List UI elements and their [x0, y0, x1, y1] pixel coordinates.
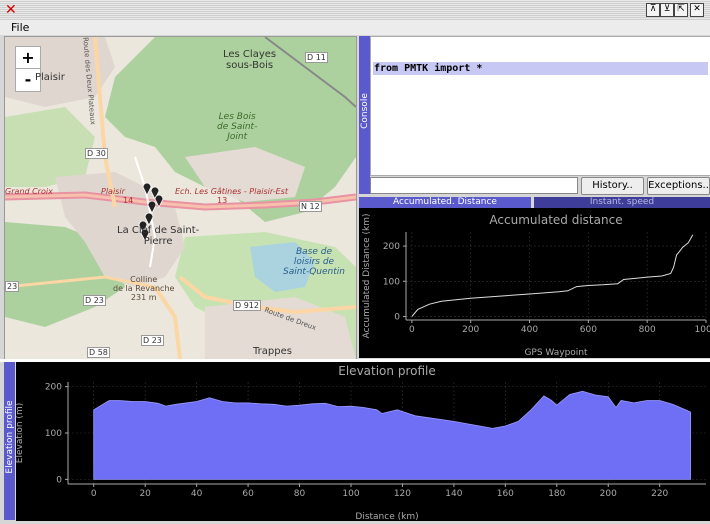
x-tick-label: 80: [294, 489, 306, 499]
y-tick-label: 0: [394, 312, 400, 322]
x-tick-label: 800: [639, 325, 656, 335]
x-tick-label: 20: [139, 489, 151, 499]
console-tab[interactable]: Console: [359, 36, 370, 194]
x-tick-label: 220: [651, 489, 668, 499]
chart-title: Accumulated distance: [489, 213, 622, 227]
maximize-icon[interactable]: ⇱: [674, 3, 688, 17]
x-tick-label: 400: [521, 325, 538, 335]
console-tab-label: Console: [360, 93, 370, 129]
console-line: from PMTK import *: [373, 62, 708, 75]
x-tick-label: 0: [409, 325, 415, 335]
map-label-d912: D 912: [233, 300, 261, 311]
map-label-n12: N 12: [299, 201, 322, 212]
map-label-13: 13: [217, 196, 228, 205]
x-tick-label: 600: [580, 325, 597, 335]
elevation-profile-tab-label: Elevation profile: [5, 400, 15, 474]
map-label-plaisir: Plaisir: [35, 72, 65, 83]
console-output[interactable]: from PMTK import *: [370, 36, 710, 176]
map-label-d58: D 58: [87, 347, 110, 358]
map-label-14: 14: [123, 196, 134, 205]
map-label-d30: D 30: [85, 148, 108, 159]
window-close-icon[interactable]: ✕: [690, 3, 704, 17]
elevation-area: [93, 390, 692, 480]
x-tick-label: 200: [600, 489, 617, 499]
map-label-les-clayes: Les Clayes sous-Bois: [223, 49, 277, 71]
x-tick-label: 1000: [695, 325, 710, 335]
map-label-d11: D 11: [305, 52, 328, 63]
console-input[interactable]: [370, 177, 578, 194]
tab-instant-speed[interactable]: Instant. speed: [534, 197, 710, 208]
exceptions-button[interactable]: Exceptions..: [647, 177, 710, 195]
menu-file[interactable]: File: [11, 21, 29, 34]
map-label-colline: Colline de la Revanche 231 m: [113, 275, 175, 302]
minimize-icon[interactable]: ⊼: [646, 3, 660, 17]
x-tick-label: 140: [445, 489, 462, 499]
x-tick-label: 60: [242, 489, 254, 499]
map-label-23: 23: [5, 281, 20, 292]
map-label-base-loisirs: Base de loisirs de Saint-Quentin: [283, 247, 345, 277]
elevation-profile-tab[interactable]: Elevation profile: [4, 362, 15, 520]
map-label-d23a: D 23: [83, 295, 106, 306]
map-label-bois: Les Bois de Saint- Joint: [217, 112, 258, 142]
elevation-profile-chart: Elevation profile 0 20 40 60 80 100 120 140 160 18…: [15, 362, 710, 522]
y-tick-label: 200: [45, 383, 62, 393]
distance-line: [411, 234, 694, 317]
map-view[interactable]: + - Plaisir Les Clayes sous-Bois D 11 Le…: [4, 36, 357, 360]
x-tick-label: 100: [342, 489, 359, 499]
x-tick-label: 40: [191, 489, 203, 499]
y-tick-label: 100: [45, 429, 62, 439]
x-tick-label: 160: [497, 489, 514, 499]
chart-title: Elevation profile: [338, 364, 435, 378]
close-icon[interactable]: ✕: [5, 2, 17, 18]
y-axis-label: Accumulated Distance (km): [362, 214, 372, 339]
map-label-grand-croix: Grand Croix: [5, 187, 53, 196]
x-axis-label: Distance (km): [355, 512, 418, 521]
history-button[interactable]: History..: [581, 177, 644, 195]
menu-bar: File: [0, 20, 710, 35]
map-label-ech: Ech. Les Gâtines - Plaisir-Est: [175, 187, 288, 196]
title-bar: ✕ ⊼ ⊻ ⇱ ✕: [0, 0, 710, 21]
zoom-in-button[interactable]: +: [15, 46, 41, 70]
accumulated-distance-chart: Accumulated distance 0 200 400 600 800 1000 0 10…: [359, 208, 710, 358]
y-tick-label: 200: [383, 242, 400, 252]
tab-accumulated-distance[interactable]: Accumulated. Distance: [359, 197, 531, 208]
x-tick-label: 0: [91, 489, 97, 499]
x-axis-label: GPS Waypoint: [524, 348, 588, 358]
x-tick-label: 120: [394, 489, 411, 499]
x-tick-label: 200: [462, 325, 479, 335]
y-tick-label: 100: [383, 277, 400, 287]
accumulated-distance-plot: Accumulated distance 0 200 400 600 800 1000 0 10…: [362, 213, 710, 358]
x-tick-label: 180: [548, 489, 565, 499]
map-label-plaisir-road: Plaisir: [101, 187, 125, 196]
y-tick-label: 0: [56, 475, 62, 485]
map-tiles: [5, 37, 356, 359]
y-axis-label: Elevation (m): [16, 403, 25, 463]
map-label-d23b: D 23: [141, 335, 164, 346]
map-label-la-clef: La Clef de Saint- Pierre: [117, 225, 200, 247]
shade-icon[interactable]: ⊻: [660, 3, 674, 17]
elevation-profile-plot: Elevation profile 0 20 40 60 80 100 120 140 160 18…: [15, 364, 706, 522]
map-label-trappes: Trappes: [253, 346, 292, 357]
